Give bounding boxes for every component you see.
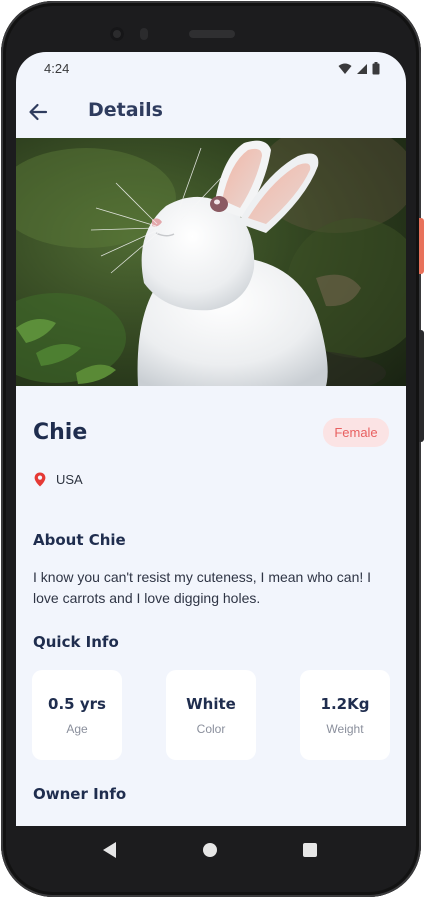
status-icons <box>338 62 380 75</box>
front-camera <box>110 27 124 41</box>
proximity-sensor <box>140 28 148 40</box>
arrow-left-icon <box>29 103 48 121</box>
nav-home-button[interactable] <box>200 840 220 860</box>
nav-recents-button[interactable] <box>300 840 320 860</box>
location-text: USA <box>56 472 83 487</box>
location-pin-icon <box>34 472 46 487</box>
app-bar: Details <box>16 90 406 134</box>
back-button[interactable] <box>22 96 54 128</box>
owner-info-title: Owner Info <box>33 785 127 803</box>
status-time: 4:24 <box>44 61 70 76</box>
info-card-age: 0.5 yrs Age <box>32 670 122 760</box>
pet-name: Chie <box>33 420 88 445</box>
system-nav-bar <box>16 826 406 874</box>
about-title: About Chie <box>33 531 126 549</box>
quick-info-title: Quick Info <box>33 633 119 651</box>
app-screen: 4:24 Details Chie Female USA About Chie … <box>16 52 406 826</box>
status-bar: 4:24 <box>16 52 406 84</box>
info-label: Weight <box>326 722 364 736</box>
recents-square-icon <box>303 843 317 857</box>
back-triangle-icon <box>103 842 116 858</box>
info-value: White <box>186 695 236 713</box>
info-card-color: White Color <box>166 670 256 760</box>
pet-location: USA <box>34 472 83 487</box>
power-button <box>419 218 424 274</box>
info-label: Color <box>196 722 226 736</box>
info-value: 1.2Kg <box>320 695 370 713</box>
earpiece-speaker <box>189 30 235 38</box>
info-card-weight: 1.2Kg Weight <box>300 670 390 760</box>
wifi-icon <box>338 63 352 74</box>
gender-badge: Female <box>323 418 389 447</box>
info-label: Age <box>66 722 88 736</box>
pet-photo <box>16 138 406 386</box>
cell-signal-icon <box>357 63 367 74</box>
home-circle-icon <box>203 843 217 857</box>
volume-button <box>419 330 424 442</box>
about-text: I know you can't resist my cuteness, I m… <box>33 569 372 606</box>
battery-icon <box>372 62 380 75</box>
page-title: Details <box>88 99 163 121</box>
info-value: 0.5 yrs <box>48 695 106 713</box>
nav-back-button[interactable] <box>100 840 120 860</box>
